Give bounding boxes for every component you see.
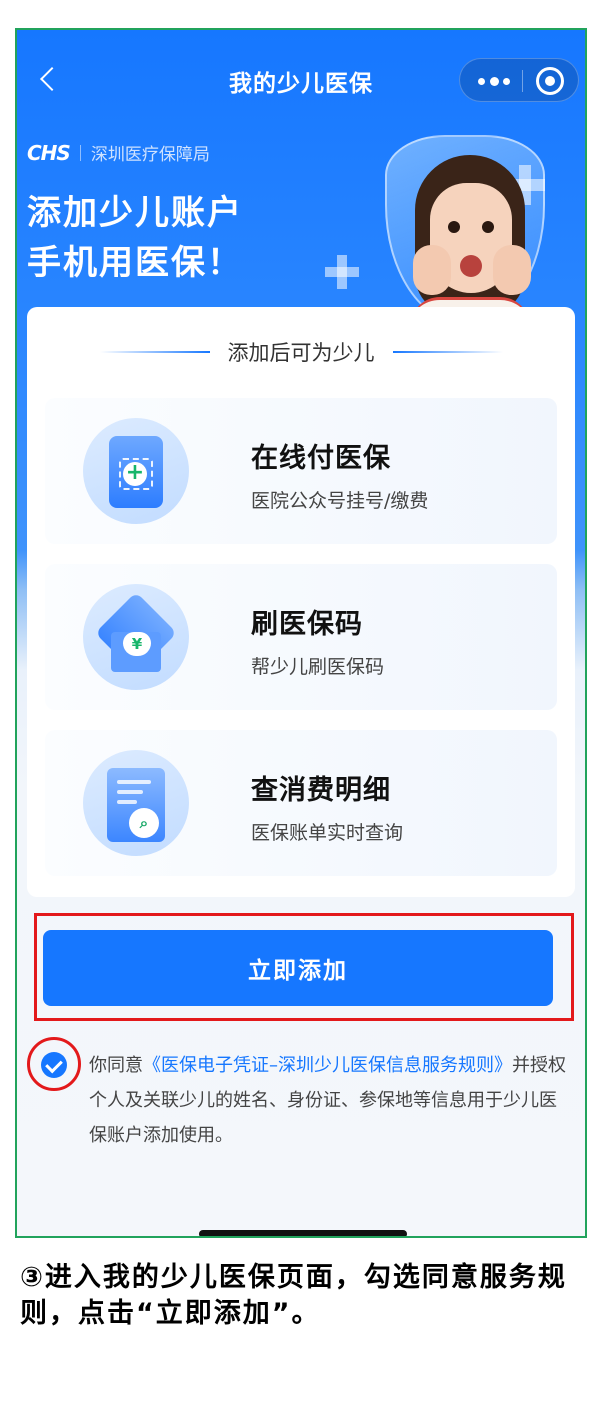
headline-line-2: 手机用医保！ — [27, 243, 243, 283]
divider-line — [392, 351, 503, 353]
feature-bill-detail[interactable]: ⌕ 查消费明细 医保账单实时查询 — [45, 730, 557, 876]
child-hand — [413, 245, 451, 295]
feature-online-pay[interactable]: + 在线付医保 医院公众号挂号/缴费 — [45, 398, 557, 544]
nav-bar: 我的少儿医保 — [17, 30, 585, 130]
agree-checkbox[interactable] — [41, 1052, 67, 1078]
brand-divider — [79, 144, 81, 161]
feature-scan-code[interactable]: ¥ 刷医保码 帮少儿刷医保码 — [45, 564, 557, 710]
chs-logo: CHS — [27, 140, 71, 165]
phone-screen: 我的少儿医保 CHS 深圳医疗保障局 添加少儿账户 手机用医保！ 添加后可为少儿… — [15, 28, 587, 1238]
close-miniprogram-icon[interactable] — [536, 67, 564, 95]
plus-icon — [325, 255, 359, 289]
divider-line — [99, 351, 210, 353]
step-caption: ③进入我的少儿医保页面，勾选同意服务规则，点击“立即添加”。 — [20, 1262, 567, 1329]
feature-subtitle: 帮少儿刷医保码 — [251, 656, 385, 678]
card-heading: 添加后可为少儿 — [27, 337, 575, 367]
feature-subtitle: 医保账单实时查询 — [251, 822, 404, 844]
bill-search-icon: ⌕ — [83, 750, 189, 856]
house-yen-icon: ¥ — [83, 584, 189, 690]
feature-subtitle: 医院公众号挂号/缴费 — [251, 490, 429, 512]
feature-title: 刷医保码 — [251, 609, 363, 640]
org-name: 深圳医疗保障局 — [90, 145, 210, 165]
agreement-text: 你同意《医保电子凭证–深圳少儿医保信息服务规则》并授权个人及关联少儿的姓名、身份… — [89, 1048, 567, 1153]
headline-line-1: 添加少儿账户 — [27, 193, 243, 233]
feature-title: 查消费明细 — [251, 775, 391, 806]
child-hand — [493, 245, 531, 295]
brand-line: CHS 深圳医疗保障局 — [27, 140, 210, 166]
miniprogram-capsule — [459, 58, 579, 102]
phone-plus-icon: + — [83, 418, 189, 524]
service-rules-link[interactable]: 《医保电子凭证–深圳少儿医保信息服务规则》 — [143, 1055, 512, 1076]
hero-illustration — [325, 125, 565, 337]
home-indicator — [199, 1230, 407, 1236]
agreement-prefix: 你同意 — [89, 1055, 143, 1076]
add-now-button[interactable]: 立即添加 — [43, 930, 553, 1006]
more-icon[interactable] — [474, 69, 514, 91]
card-heading-text: 添加后可为少儿 — [227, 341, 375, 365]
benefits-card: 添加后可为少儿 + 在线付医保 医院公众号挂号/缴费 ¥ 刷医保码 帮少儿刷医保… — [27, 307, 575, 897]
feature-title: 在线付医保 — [251, 443, 391, 474]
capsule-divider — [522, 70, 523, 92]
headline: 添加少儿账户 手机用医保！ — [27, 188, 243, 288]
